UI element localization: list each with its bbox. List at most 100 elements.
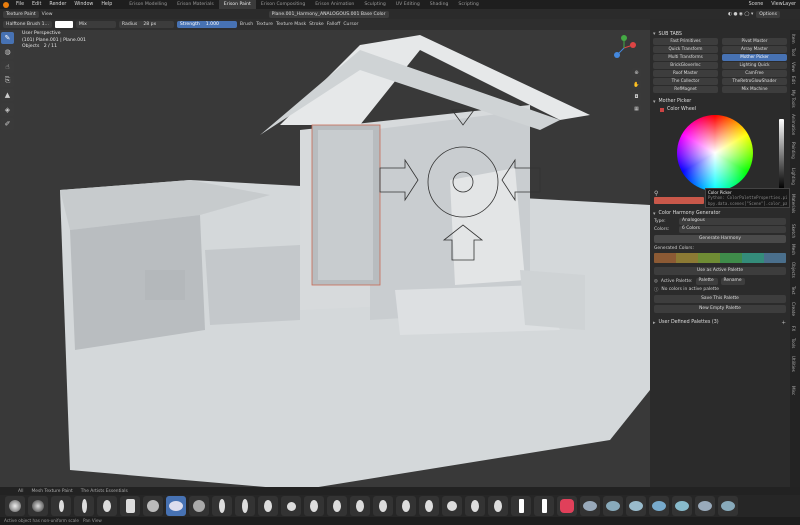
brush-thumbnail[interactable]	[695, 496, 715, 516]
subtab-button[interactable]: RefMagnet	[653, 86, 718, 93]
sidebar-tab[interactable]: Misc	[791, 386, 796, 395]
brush-color-swatch[interactable]	[54, 21, 73, 28]
camera-icon[interactable]: ◘	[632, 92, 641, 101]
subtab-button[interactable]: The Collector	[653, 78, 718, 85]
workspace-tab-active[interactable]: Erison Paint	[218, 0, 256, 9]
asset-tab[interactable]: The Artists Essentials	[81, 489, 128, 494]
save-palette-button[interactable]: Save This Palette	[654, 295, 786, 303]
stroke-menu[interactable]: Stroke	[309, 22, 324, 27]
cursor-menu[interactable]: Cursor	[343, 22, 358, 27]
picked-color-swatch[interactable]	[654, 196, 704, 204]
brush-thumbnail[interactable]	[189, 496, 209, 516]
menu-file[interactable]: File	[12, 2, 28, 7]
asset-tab[interactable]: Mesh Texture Paint	[31, 489, 72, 494]
brush-thumbnail[interactable]	[442, 496, 462, 516]
harmony-type-dropdown[interactable]: Analogous	[679, 218, 786, 225]
brush-thumbnail[interactable]	[373, 496, 393, 516]
workspace-tab[interactable]: Erison Materials	[172, 0, 219, 9]
new-empty-palette-button[interactable]: New Empty Palette	[654, 304, 786, 313]
asset-tab[interactable]: All	[18, 489, 23, 494]
sidebar-tab[interactable]: Materials	[791, 194, 796, 213]
sidebar-tab[interactable]: Objects	[791, 262, 796, 278]
subtab-button[interactable]: Quick Transform	[653, 46, 718, 53]
brush-thumbnail[interactable]	[97, 496, 117, 516]
brush-thumbnail[interactable]	[120, 496, 140, 516]
workspace-tab[interactable]: UV Editing	[391, 0, 425, 9]
brush-thumbnail-active[interactable]	[166, 496, 186, 516]
color-swatch[interactable]	[654, 252, 676, 263]
brush-thumbnail[interactable]	[672, 496, 692, 516]
brush-thumbnail[interactable]	[511, 496, 531, 516]
color-swatch[interactable]	[764, 252, 786, 263]
draw-brush-icon[interactable]: ✎	[1, 32, 14, 45]
sidebar-tab[interactable]: Tool	[791, 48, 796, 56]
mother-picker-header[interactable]: ▾ Mother Picker	[650, 98, 790, 106]
brush-selector[interactable]: Halftone Brush 1...	[3, 21, 52, 28]
sidebar-tab[interactable]: Sketch	[791, 224, 796, 238]
color-swatch[interactable]	[742, 252, 764, 263]
sidebar-tab[interactable]: Tools	[791, 338, 796, 348]
texture-mask-menu[interactable]: Texture Mask	[276, 22, 306, 27]
brush-thumbnail[interactable]	[327, 496, 347, 516]
sidebar-tab[interactable]: Mesh	[791, 244, 796, 255]
brush-thumbnail[interactable]	[649, 496, 669, 516]
subtab-button[interactable]: Mix Machine	[722, 86, 787, 93]
use-as-active-palette-button[interactable]: Use as Active Palette	[654, 266, 786, 275]
clone-icon[interactable]: ⎘	[1, 74, 14, 88]
color-swatch[interactable]	[676, 252, 698, 263]
menu-edit[interactable]: Edit	[28, 2, 45, 7]
brush-thumbnail[interactable]	[74, 496, 94, 516]
subtab-button[interactable]: CamFree	[722, 70, 787, 77]
brush-thumbnail[interactable]	[212, 496, 232, 516]
brush-thumbnail[interactable]	[143, 496, 163, 516]
sidebar-tab[interactable]: Create	[791, 302, 796, 316]
brush-thumbnail[interactable]	[534, 496, 554, 516]
brush-thumbnail[interactable]	[396, 496, 416, 516]
falloff-menu[interactable]: Falloff	[327, 22, 341, 27]
add-icon[interactable]: ＋	[781, 319, 786, 326]
scene-selector[interactable]: Scene	[745, 2, 768, 7]
brush-thumbnail[interactable]	[557, 496, 577, 516]
sidebar-tab[interactable]: Painting	[791, 142, 796, 159]
grid-icon[interactable]: ▦	[632, 104, 641, 113]
user-defined-palettes-header[interactable]: ▸ User Defined Palettes (3) ＋	[650, 319, 790, 327]
texture-slot-selector[interactable]: Plane.001_Harmony_ANALOGOUS.001 Base Col…	[268, 10, 389, 18]
brush-thumbnail[interactable]	[603, 496, 623, 516]
brush-thumbnail[interactable]	[28, 496, 48, 516]
mode-selector[interactable]: Texture Paint	[3, 10, 39, 18]
subtab-button[interactable]: BrickGloverInc	[653, 62, 718, 69]
pan-hand-icon[interactable]: ✋	[632, 80, 641, 89]
sidebar-tab[interactable]: View	[791, 62, 796, 72]
shading-icons[interactable]: ◐ ● ◉ ◯ ▾	[728, 12, 753, 17]
brush-thumbnail[interactable]	[304, 496, 324, 516]
navigation-gizmo[interactable]	[611, 35, 637, 61]
brush-thumbnail[interactable]	[465, 496, 485, 516]
subtab-button[interactable]: Fast Primitives	[653, 38, 718, 45]
workspace-tab[interactable]: Erison Animation	[310, 0, 359, 9]
annotate-icon[interactable]: ✐	[1, 117, 14, 130]
smear-icon[interactable]: ☝	[1, 60, 14, 73]
brush-thumbnail[interactable]	[281, 496, 301, 516]
menu-render[interactable]: Render	[45, 2, 70, 7]
sidebar-tab[interactable]: FX	[791, 326, 796, 331]
subtab-button[interactable]: Lighting Quick	[722, 62, 787, 69]
generate-harmony-button[interactable]: Generate Harmony	[654, 235, 786, 243]
subtab-button[interactable]: Array Master	[722, 46, 787, 53]
texture-menu[interactable]: Texture	[256, 22, 273, 27]
rename-button[interactable]: Rename	[720, 278, 745, 285]
subtab-button[interactable]: TheRetroGlowShader	[722, 78, 787, 85]
menu-window[interactable]: Window	[70, 2, 97, 7]
brush-thumbnail[interactable]	[51, 496, 71, 516]
color-count-dropdown[interactable]: 6 Colors	[679, 226, 786, 233]
brush-thumbnail[interactable]	[350, 496, 370, 516]
brush-thumbnail[interactable]	[488, 496, 508, 516]
harmony-header[interactable]: ▾ Color Harmony Generator	[650, 210, 790, 218]
brush-thumbnail[interactable]	[258, 496, 278, 516]
sidebar-tab[interactable]: Utilities	[791, 356, 796, 372]
blender-logo-icon[interactable]	[3, 1, 9, 8]
workspace-tab[interactable]: Scripting	[453, 0, 483, 9]
generated-colors-strip[interactable]	[654, 252, 786, 263]
sidebar-tab[interactable]: Text	[791, 286, 796, 294]
fill-icon[interactable]: ▲	[1, 89, 14, 102]
value-slider[interactable]	[779, 118, 784, 189]
